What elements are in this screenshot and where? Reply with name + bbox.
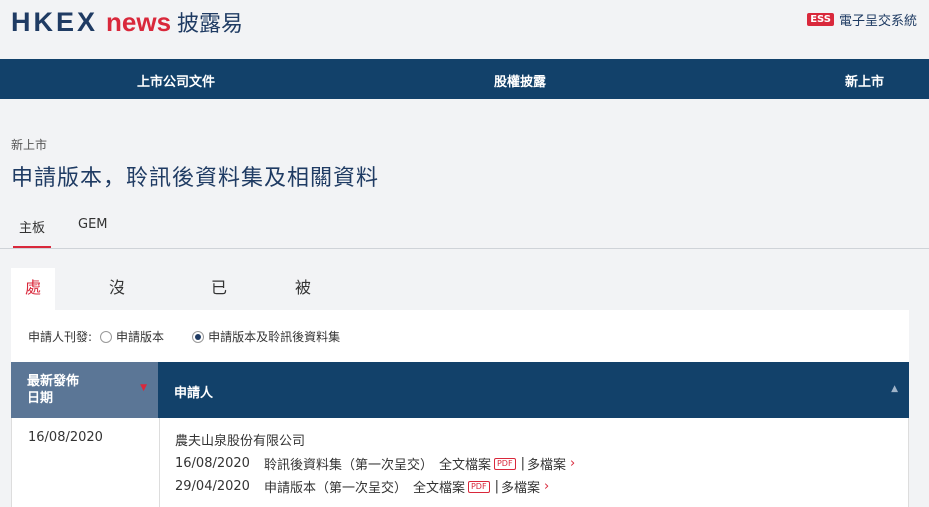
document-type: 聆訊後資料集（第一次呈交）: [263, 458, 433, 473]
document-date: 16/08/2020: [175, 456, 250, 471]
ess-badge: ESS: [807, 13, 834, 26]
radio-label-application-proof[interactable]: 申請版本: [116, 328, 164, 345]
logo-chinese-text: 披露易: [177, 12, 244, 37]
ess-link[interactable]: ESS 電子呈交系統: [807, 10, 917, 29]
document-date: 29/04/2020: [175, 479, 250, 494]
multi-file-link[interactable]: 多檔案: [527, 454, 566, 473]
column-header-latest-date[interactable]: 最新發佈 日期 ▼: [11, 362, 158, 418]
publish-filter: 申請人刊發: 申請版本 申請版本及聆訊後資料集: [28, 328, 340, 345]
sort-desc-icon: ▼: [140, 383, 147, 393]
tab-gem[interactable]: GEM: [78, 217, 108, 232]
ess-label: 電子呈交系統: [838, 14, 917, 29]
link-separator: |: [520, 456, 525, 471]
page-title: 申請版本，聆訊後資料集及相關資料: [11, 166, 380, 191]
tab-processing[interactable]: 處理中: [11, 268, 56, 377]
nav-item-listed-company-docs[interactable]: 上市公司文件: [137, 71, 215, 90]
multi-file-link[interactable]: 多檔案: [501, 477, 540, 496]
tab-returned[interactable]: 被發回: [295, 268, 311, 377]
radio-application-and-phip[interactable]: [192, 330, 205, 343]
chevron-right-icon[interactable]: ›: [570, 456, 575, 471]
table-header: 最新發佈 日期 ▼ 申請人 ▲: [11, 362, 909, 418]
results-panel: 申請人刊發: 申請版本 申請版本及聆訊後資料集 最新發佈 日期 ▼ 申請人 ▲ …: [11, 310, 909, 507]
radio-label-application-and-phip[interactable]: 申請版本及聆訊後資料集: [208, 328, 340, 345]
nav-item-disclosure-of-interests[interactable]: 股權披露: [494, 71, 546, 90]
full-document-link[interactable]: 全文檔案: [439, 454, 491, 473]
main-nav: 上市公司文件 股權披露 新上市: [0, 59, 929, 99]
table-row: 16/08/2020 農夫山泉股份有限公司 16/08/2020 聆訊後資料集（…: [11, 418, 909, 507]
document-line: 29/04/2020 申請版本（第一次呈交） 全文檔案 PDF | 多檔案 ›: [175, 477, 549, 496]
radio-application-proof[interactable]: [100, 330, 113, 343]
hkexnews-logo[interactable]: HKEX news 披露易: [11, 6, 243, 38]
pdf-icon: PDF: [467, 480, 490, 493]
column-header-applicant[interactable]: 申請人: [174, 382, 213, 401]
row-latest-date: 16/08/2020: [28, 430, 103, 445]
column-header-date-label: 最新發佈 日期: [27, 374, 80, 406]
nav-item-new-listings[interactable]: 新上市: [845, 71, 884, 90]
filter-label: 申請人刊發:: [28, 330, 93, 344]
tab-listed[interactable]: 已上市: [211, 268, 227, 377]
logo-hkex-text: HKEX: [11, 7, 99, 37]
pdf-icon: PDF: [493, 457, 516, 470]
column-divider: [159, 418, 160, 507]
board-tabs: 主板 GEM: [0, 212, 929, 249]
full-document-link[interactable]: 全文檔案: [413, 477, 465, 496]
chevron-right-icon[interactable]: ›: [544, 479, 549, 494]
link-separator: |: [494, 479, 499, 494]
logo-news-text: news: [106, 7, 172, 37]
site-header: HKEX news 披露易 ESS 電子呈交系統: [0, 0, 929, 59]
document-line: 16/08/2020 聆訊後資料集（第一次呈交） 全文檔案 PDF | 多檔案 …: [175, 454, 575, 473]
sort-asc-icon[interactable]: ▲: [891, 384, 898, 394]
tab-inactive[interactable]: 沒有進展: [109, 268, 125, 417]
breadcrumb[interactable]: 新上市: [11, 136, 47, 153]
applicant-name: 農夫山泉股份有限公司: [175, 434, 306, 449]
document-type: 申請版本（第一次呈交）: [263, 481, 407, 496]
tab-main-board[interactable]: 主板: [13, 217, 52, 248]
